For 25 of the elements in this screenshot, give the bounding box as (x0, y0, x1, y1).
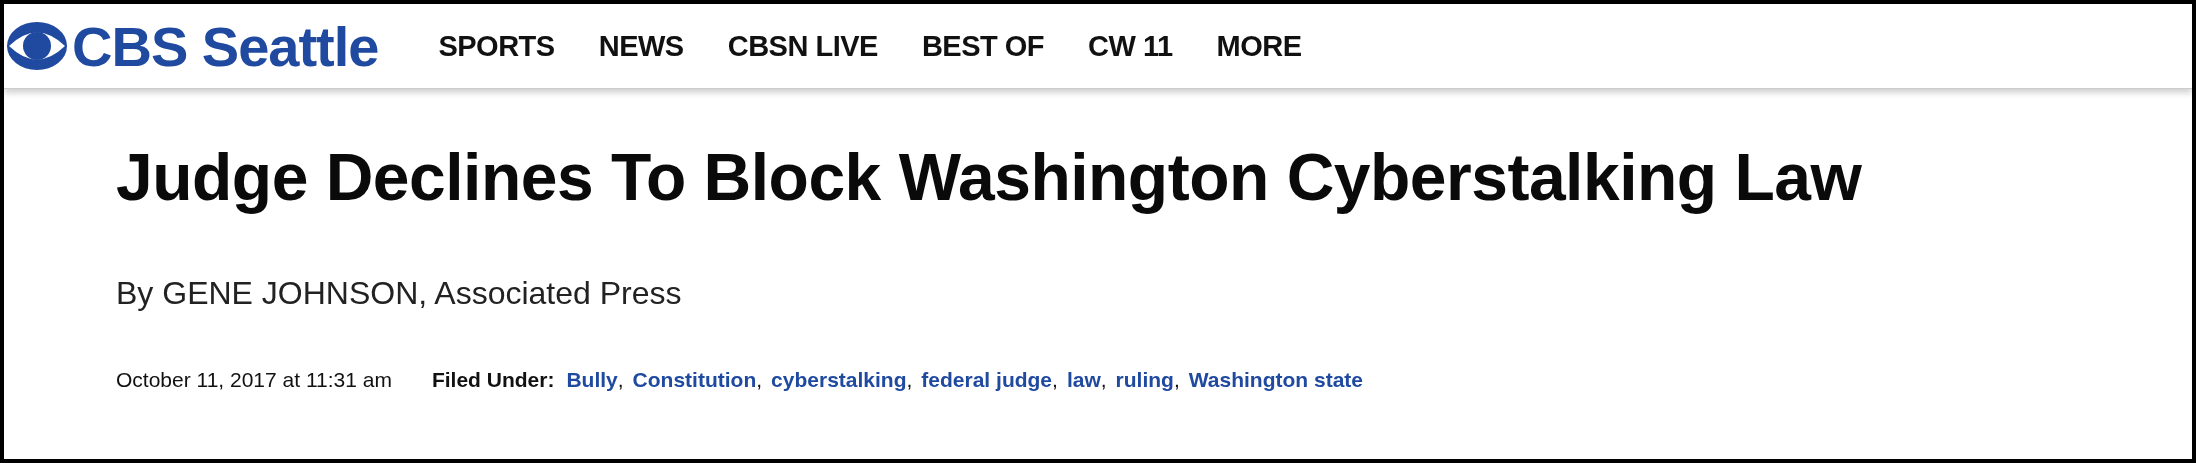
nav-link[interactable]: CBSN LIVE (727, 29, 878, 63)
tag-link[interactable]: cyberstalking (771, 368, 907, 392)
tag-separator: , (756, 368, 763, 392)
article-title: Judge Declines To Block Washington Cyberstalking Law (116, 139, 1863, 215)
tag-separator: , (1100, 368, 1107, 392)
tag-separator: , (1052, 368, 1058, 392)
nav-link[interactable]: CW 11 (1088, 29, 1173, 63)
tag-separator: , (617, 368, 624, 392)
tag-link[interactable]: federal judge (921, 368, 1053, 392)
publish-date: October 11, 2017 at 11:31 am (116, 368, 392, 392)
tag-link[interactable]: Bully (566, 368, 618, 392)
tag-separator: , (1173, 368, 1180, 392)
tag-link[interactable]: law (1066, 368, 1101, 392)
tag-link[interactable]: ruling (1115, 368, 1174, 392)
nav-link[interactable]: NEWS (598, 29, 684, 63)
site-logo[interactable]: CBS Seattle (72, 13, 379, 79)
byline: By GENE JOHNSON, Associated Press (116, 275, 683, 312)
nav-link[interactable]: MORE (1216, 29, 1302, 63)
tag-link[interactable]: Constitution (632, 368, 757, 392)
nav-link[interactable]: SPORTS (438, 29, 555, 63)
tag-link[interactable]: Washington state (1188, 368, 1363, 392)
eye-logo-icon (6, 21, 68, 71)
nav-link[interactable]: BEST OF (921, 29, 1045, 63)
tag-separator: , (906, 368, 913, 392)
filed-under-label: Filed Under: (431, 368, 555, 392)
